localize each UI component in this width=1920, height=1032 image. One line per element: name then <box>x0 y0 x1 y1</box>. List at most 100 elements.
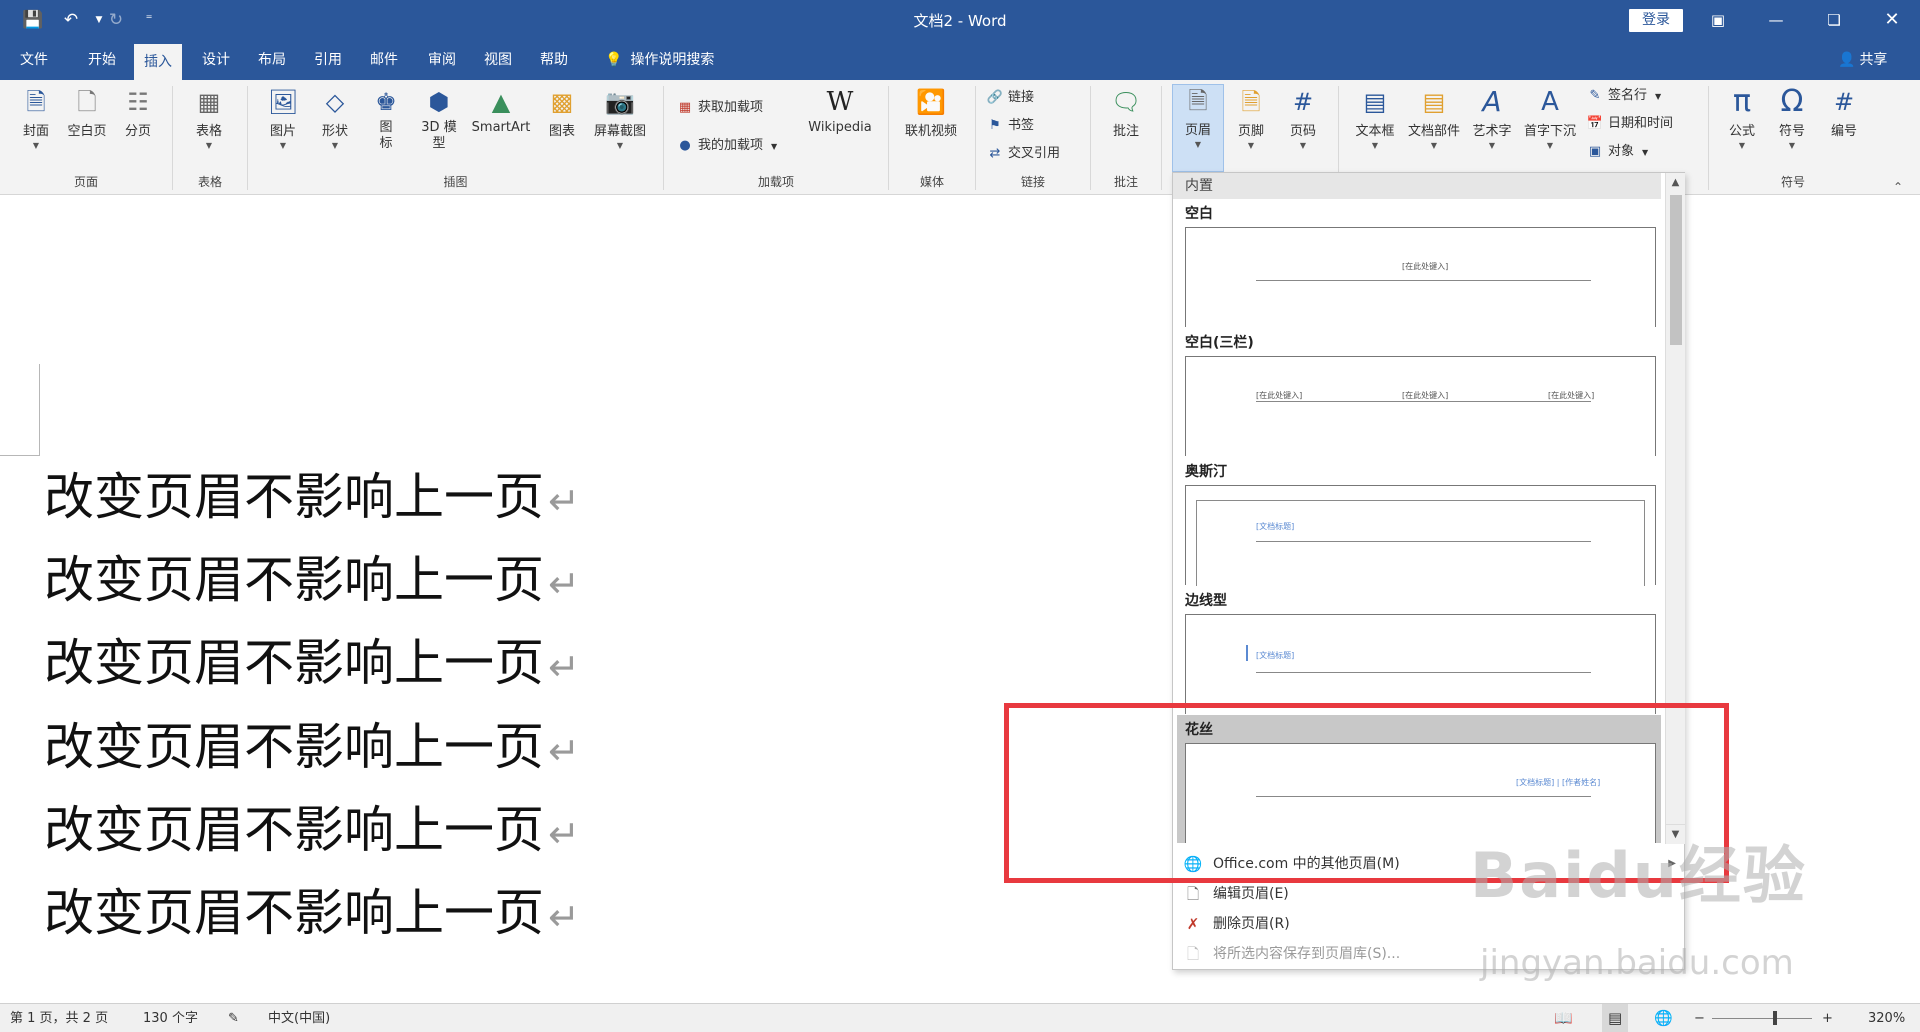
page-number-button[interactable]: # 页码 ▼ <box>1278 86 1328 150</box>
collapse-ribbon-icon[interactable]: ⌃ <box>1893 180 1903 194</box>
online-video-button[interactable]: 🎦 联机视频 <box>898 86 964 139</box>
quick-parts-icon: ▤ <box>1422 88 1446 116</box>
tab-home[interactable]: 开始 <box>78 40 126 80</box>
document-line[interactable]: 改变页眉不影响上一页 ↵ <box>44 799 580 861</box>
icons-button[interactable]: ♚ 图标 <box>366 86 406 152</box>
gallery-item-austin[interactable]: 奥斯汀 [文档标题] <box>1177 457 1661 586</box>
tab-view[interactable]: 视图 <box>474 40 522 80</box>
equation-button[interactable]: π 公式 ▼ <box>1718 84 1766 151</box>
symbol-button[interactable]: Ω 符号 ▼ <box>1768 86 1816 151</box>
header-button[interactable]: 🗎 页眉 ▼ <box>1172 84 1224 172</box>
page-count[interactable]: 第 1 页，共 2 页 <box>10 1004 108 1032</box>
signature-icon: ✎ <box>1589 88 1601 103</box>
document-line[interactable]: 改变页眉不影响上一页 ↵ <box>44 466 580 528</box>
word-count[interactable]: 130 个字 <box>143 1004 198 1032</box>
tab-review[interactable]: 审阅 <box>418 40 466 80</box>
zoom-slider-thumb[interactable] <box>1773 1011 1777 1025</box>
page-number-icon: # <box>1292 88 1314 116</box>
chart-button[interactable]: ▩ 图表 <box>540 86 584 139</box>
signature-line-button[interactable]: ✎ 签名行 ▼ <box>1586 84 1662 108</box>
textbox-button[interactable]: ▤ 文本框 ▼ <box>1348 86 1402 150</box>
page-break-icon: ☷ <box>127 88 149 116</box>
placeholder-text: [在此处键入] <box>1402 262 1449 271</box>
chevron-down-icon: ▼ <box>1430 141 1438 150</box>
zoom-in-icon[interactable]: + <box>1822 1004 1833 1032</box>
document-line[interactable]: 改变页眉不影响上一页 ↵ <box>44 716 580 778</box>
scroll-thumb[interactable] <box>1670 195 1682 345</box>
number-button[interactable]: # 编号 <box>1818 86 1870 139</box>
ribbon-display-options-icon[interactable]: ▣ <box>1695 6 1741 34</box>
document-line[interactable]: 改变页眉不影响上一页 ↵ <box>44 882 580 944</box>
textbox-label: 文本框 <box>1355 124 1395 139</box>
drop-cap-button[interactable]: A 首字下沉 ▼ <box>1520 86 1580 150</box>
paragraph-mark-icon: ↵ <box>548 895 580 939</box>
menu-item-label: 编辑页眉(E) <box>1213 886 1289 902</box>
chevron-down-icon: ▼ <box>1546 141 1554 150</box>
scroll-up-icon[interactable]: ▲ <box>1666 173 1685 193</box>
document-line[interactable]: 改变页眉不影响上一页 ↵ <box>44 632 580 694</box>
share-button[interactable]: 👤 共享 <box>1838 40 1887 80</box>
gallery-item-name: 空白(三栏) <box>1185 335 1254 351</box>
get-addins-button[interactable]: ▦ 获取加载项 <box>676 96 763 120</box>
table-button[interactable]: ▦ 表格 ▼ <box>186 86 232 150</box>
read-mode-icon[interactable]: 📖 <box>1554 1004 1573 1032</box>
quick-parts-button[interactable]: ▤ 文档部件 ▼ <box>1404 86 1464 150</box>
tab-references[interactable]: 引用 <box>304 40 352 80</box>
gallery-item-name: 空白 <box>1185 206 1213 222</box>
my-addins-button[interactable]: ● 我的加载项 ▼ <box>676 134 777 158</box>
smartart-button[interactable]: ▲ SmartArt <box>466 86 536 135</box>
zoom-slider[interactable] <box>1712 1018 1812 1019</box>
date-time-button[interactable]: 📅 日期和时间 <box>1586 112 1673 136</box>
group-label-links: 链接 <box>1020 175 1045 189</box>
screenshot-button[interactable]: 📷 屏幕截图 ▼ <box>588 86 652 150</box>
comment-button[interactable]: 🗨 批注 <box>1100 86 1152 139</box>
header-rule <box>1256 280 1591 281</box>
chevron-down-icon: ▼ <box>1788 141 1796 150</box>
gallery-item-blank-three-column[interactable]: 空白(三栏) [在此处键入] [在此处键入] [在此处键入] <box>1177 328 1661 456</box>
object-button[interactable]: ▣ 对象 ▼ <box>1586 140 1648 164</box>
tab-layout[interactable]: 布局 <box>248 40 296 80</box>
chevron-down-icon: ▼ <box>32 141 40 150</box>
online-video-label: 联机视频 <box>904 124 957 139</box>
tab-help[interactable]: 帮助 <box>530 40 578 80</box>
bar-chart-icon: ▩ <box>550 88 574 116</box>
group-label-media: 媒体 <box>919 175 944 189</box>
language-indicator[interactable]: 中文(中国) <box>268 1004 330 1032</box>
minimize-icon[interactable]: — <box>1753 6 1799 34</box>
3d-models-button[interactable]: ⬢ 3D 模型 <box>414 86 464 152</box>
web-layout-icon[interactable]: 🌐 <box>1654 1004 1673 1032</box>
tab-mailings[interactable]: 邮件 <box>360 40 408 80</box>
tab-insert[interactable]: 插入 <box>134 44 182 80</box>
tab-file[interactable]: 文件 <box>10 40 58 80</box>
cover-page-button[interactable]: 🗎 封面 ▼ <box>14 86 58 150</box>
print-layout-icon[interactable]: ▤ <box>1602 1004 1629 1032</box>
tab-design[interactable]: 设计 <box>192 40 240 80</box>
gallery-item-sideline[interactable]: 边线型 [文档标题] <box>1177 586 1661 714</box>
footer-button[interactable]: 🗎 页脚 ▼ <box>1226 86 1276 150</box>
gallery-item-blank[interactable]: 空白 [在此处键入] <box>1177 199 1661 327</box>
link-button[interactable]: 🔗 链接 <box>986 86 1034 110</box>
chevron-down-icon: ▼ <box>1371 141 1379 150</box>
page-break-button[interactable]: ☷ 分页 <box>116 86 160 139</box>
picture-button[interactable]: 🖼 图片 ▼ <box>260 86 306 150</box>
document-line[interactable]: 改变页眉不影响上一页 ↵ <box>44 549 580 611</box>
zoom-out-icon[interactable]: − <box>1694 1004 1705 1032</box>
close-icon[interactable]: ✕ <box>1869 6 1915 34</box>
wikipedia-button[interactable]: W Wikipedia <box>800 86 880 135</box>
zoom-level[interactable]: 320% <box>1868 1004 1905 1032</box>
restore-icon[interactable]: ❏ <box>1811 6 1857 34</box>
cross-reference-label: 交叉引用 <box>1008 146 1061 161</box>
wordart-button[interactable]: A 艺术字 ▼ <box>1466 86 1518 151</box>
login-button[interactable]: 登录 <box>1629 9 1683 32</box>
proofing-icon[interactable]: ✎ <box>228 1004 239 1032</box>
bookmark-button[interactable]: ⚑ 书签 <box>986 114 1034 138</box>
blank-page-button[interactable]: 🗋 空白页 <box>62 86 112 139</box>
shapes-button[interactable]: ◇ 形状 ▼ <box>312 86 358 150</box>
menu-item-label: 将所选内容保存到页眉库(S)... <box>1213 946 1401 962</box>
tell-me-search[interactable]: 💡 操作说明搜索 <box>605 40 714 80</box>
my-addins-label: 我的加载项 <box>698 138 764 153</box>
pi-icon: π <box>1732 84 1752 119</box>
addin-icon: ● <box>679 138 691 153</box>
cross-reference-button[interactable]: ⇄ 交叉引用 <box>986 142 1060 166</box>
gallery-item-name: 边线型 <box>1185 593 1227 609</box>
